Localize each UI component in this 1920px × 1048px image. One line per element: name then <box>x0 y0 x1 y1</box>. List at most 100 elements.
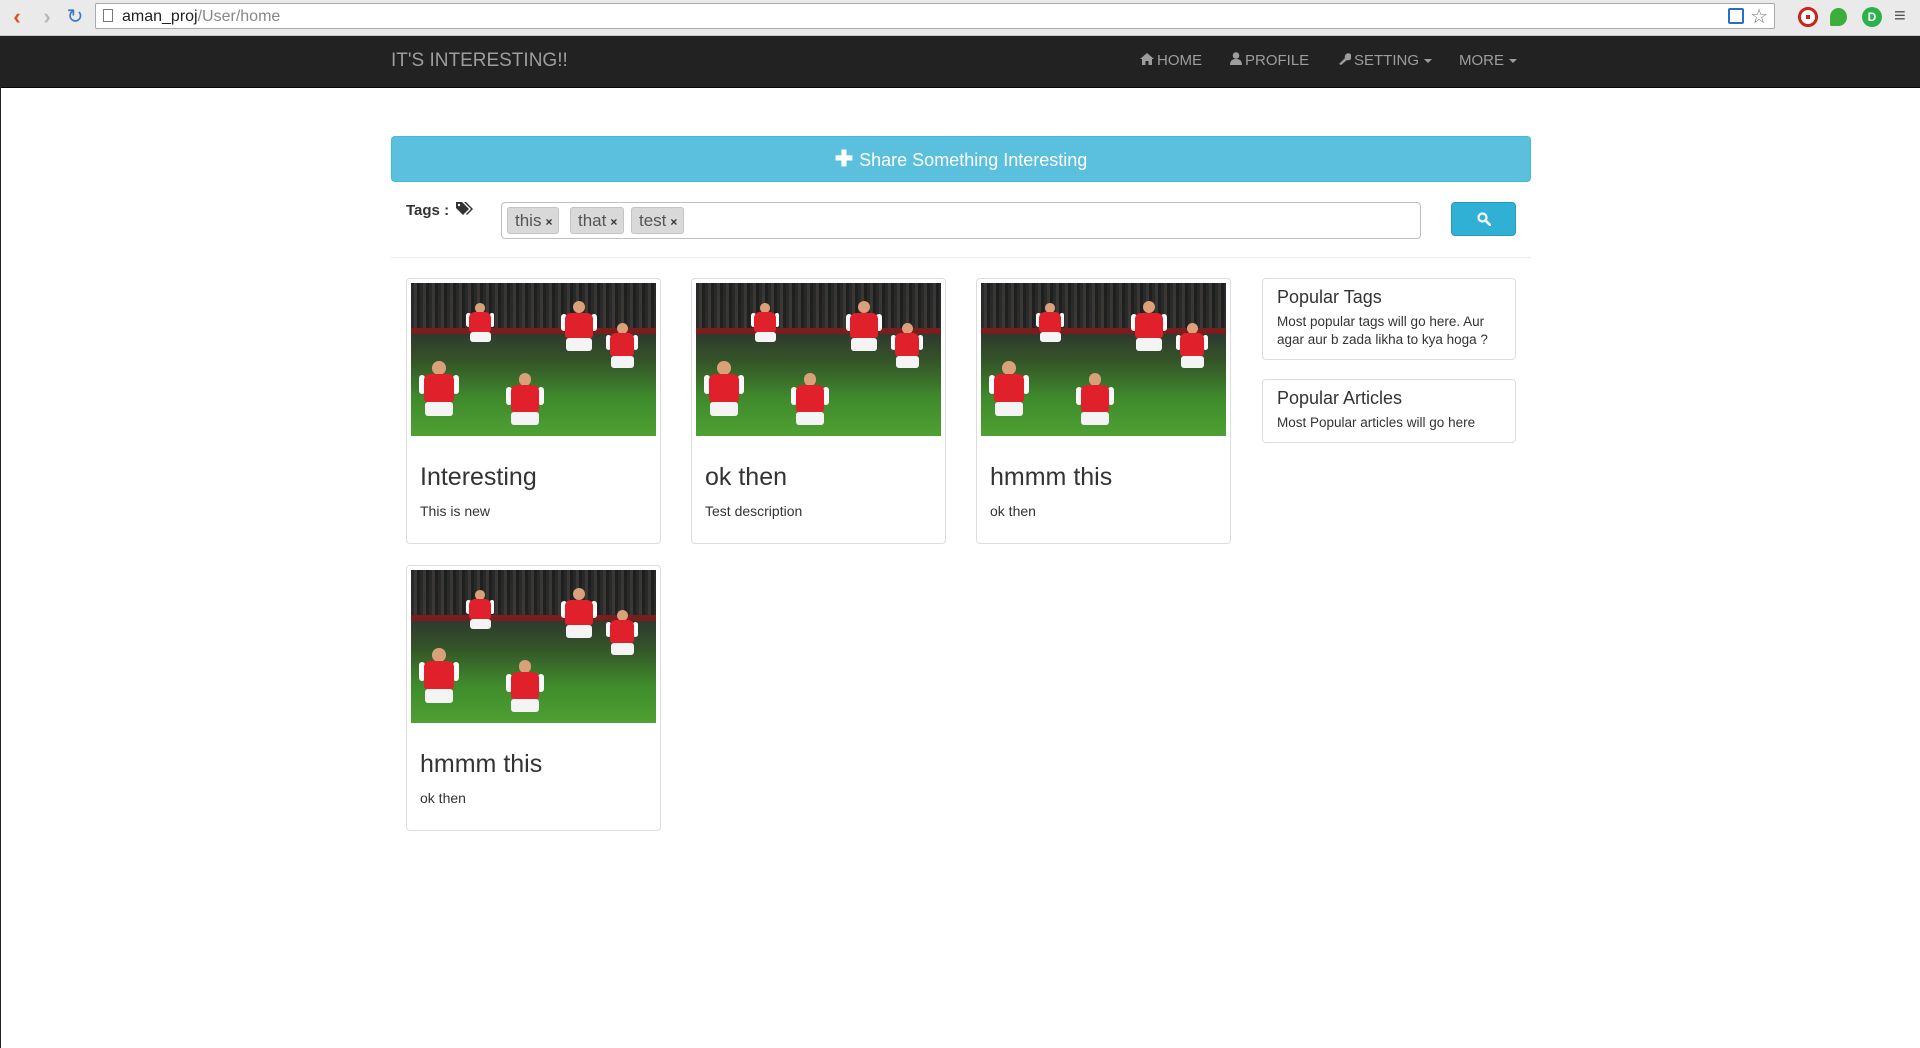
tag-chip[interactable]: test × <box>631 207 685 234</box>
forward-arrow-icon[interactable]: › <box>34 4 60 30</box>
post-description: Test description <box>705 503 803 519</box>
browser-menu-icon[interactable]: ≡ <box>1894 5 1906 28</box>
post-thumbnail[interactable] <box>696 283 941 436</box>
player-shirt <box>795 385 825 413</box>
nav-label-setting: SETTING <box>1354 52 1420 69</box>
tag-chip[interactable]: this × <box>507 207 560 234</box>
bookmark-star-icon[interactable]: ☆ <box>1750 4 1768 29</box>
player-shorts <box>610 356 634 368</box>
post-card[interactable]: Interesting This is new <box>406 278 661 544</box>
player-shirt <box>565 599 593 626</box>
player-shorts <box>851 338 878 351</box>
player-shorts <box>566 338 593 351</box>
remove-tag-icon[interactable]: × <box>610 215 617 229</box>
post-title[interactable]: ok then <box>705 463 787 492</box>
player-shirt <box>1179 333 1205 357</box>
address-bar[interactable]: aman_proj/User/home ☆ <box>95 3 1775 29</box>
section-divider <box>391 257 1531 258</box>
player-figure <box>419 361 459 424</box>
tags-label: Tags : <box>406 202 474 219</box>
remove-tag-icon[interactable]: × <box>545 215 552 229</box>
remove-tag-icon[interactable]: × <box>670 215 677 229</box>
player-shorts <box>895 356 919 368</box>
post-thumbnail[interactable] <box>411 283 656 436</box>
player-figure <box>506 373 544 433</box>
player-shorts <box>1081 412 1109 426</box>
nav-item-home[interactable]: HOME <box>1140 52 1202 69</box>
player-figure <box>751 303 780 348</box>
brand-link[interactable]: IT'S INTERESTING!! <box>391 50 568 72</box>
share-something-button[interactable]: ✚ Share Something Interesting <box>391 136 1531 182</box>
tags-input[interactable]: this × that × test × <box>501 202 1421 239</box>
window-edge <box>0 36 1 1048</box>
post-thumbnail[interactable] <box>981 283 1226 436</box>
player-shirt <box>423 373 455 403</box>
player-shorts <box>610 643 634 655</box>
player-head <box>432 648 446 662</box>
url-text[interactable]: aman_proj/User/home <box>122 8 280 26</box>
post-card[interactable]: ok then Test description <box>691 278 946 544</box>
player-shirt <box>754 312 777 333</box>
player-head <box>572 588 586 601</box>
back-arrow-icon[interactable]: ‹ <box>4 4 30 30</box>
player-figure <box>1076 373 1114 433</box>
player-figure <box>506 660 544 720</box>
tag-chip[interactable]: that × <box>570 207 625 234</box>
nav-item-more[interactable]: MORE <box>1459 52 1517 69</box>
chevron-down-icon <box>1509 59 1517 64</box>
player-head <box>1186 323 1198 334</box>
popular-tags-panel: Popular Tags Most popular tags will go h… <box>1262 278 1516 360</box>
url-host: aman_proj <box>122 8 198 25</box>
nav-item-profile[interactable]: PROFILE <box>1230 52 1309 69</box>
player-head <box>857 301 871 314</box>
search-button[interactable] <box>1451 202 1516 236</box>
edit-extension-icon[interactable] <box>1728 8 1744 24</box>
player-shorts <box>469 332 491 343</box>
player-shorts <box>424 402 454 416</box>
plus-icon: ✚ <box>834 146 854 171</box>
post-title[interactable]: hmmm this <box>420 750 542 779</box>
user-icon <box>1230 52 1242 65</box>
player-shirt <box>708 373 740 403</box>
post-thumbnail[interactable] <box>411 570 656 723</box>
reload-icon[interactable]: ↻ <box>62 4 88 30</box>
player-figure <box>1131 301 1168 358</box>
player-figure <box>846 301 883 358</box>
post-description: ok then <box>420 790 466 806</box>
d-extension-icon[interactable]: D <box>1862 7 1882 27</box>
post-title[interactable]: hmmm this <box>990 463 1112 492</box>
tags-icon <box>456 202 474 215</box>
player-shirt <box>850 312 878 339</box>
player-shorts <box>511 412 539 426</box>
player-figure <box>561 588 598 645</box>
player-shirt <box>510 385 540 413</box>
search-icon <box>1477 212 1491 226</box>
player-shirt <box>1080 385 1110 413</box>
post-card[interactable]: hmmm this ok then <box>406 565 661 831</box>
nav-item-setting[interactable]: SETTING <box>1338 52 1433 69</box>
post-card[interactable]: hmmm this ok then <box>976 278 1231 544</box>
player-figure <box>466 303 495 348</box>
player-head <box>717 361 731 375</box>
leaf-extension-icon[interactable] <box>1830 8 1847 26</box>
player-shirt <box>423 660 455 690</box>
post-title[interactable]: Interesting <box>420 463 537 492</box>
chevron-down-icon <box>1424 59 1433 64</box>
player-figure <box>704 361 744 424</box>
player-shorts <box>469 619 491 630</box>
player-shirt <box>469 599 492 620</box>
stadium-crowd <box>411 283 656 328</box>
tag-chip-label: test <box>639 211 667 230</box>
player-shirt <box>1135 312 1163 339</box>
popular-articles-title: Popular Articles <box>1277 388 1403 408</box>
url-path: /User/home <box>197 8 281 25</box>
nav-label-home: HOME <box>1157 52 1202 69</box>
player-figure <box>606 323 639 374</box>
player-shirt <box>1039 312 1062 333</box>
browser-toolbar: ‹ › ↻ aman_proj/User/home ☆ D ≡ <box>0 0 1920 36</box>
player-shirt <box>510 672 540 700</box>
record-extension-icon[interactable] <box>1798 7 1818 27</box>
player-figure <box>1036 303 1065 348</box>
player-figure <box>606 610 639 661</box>
player-figure <box>1176 323 1209 374</box>
